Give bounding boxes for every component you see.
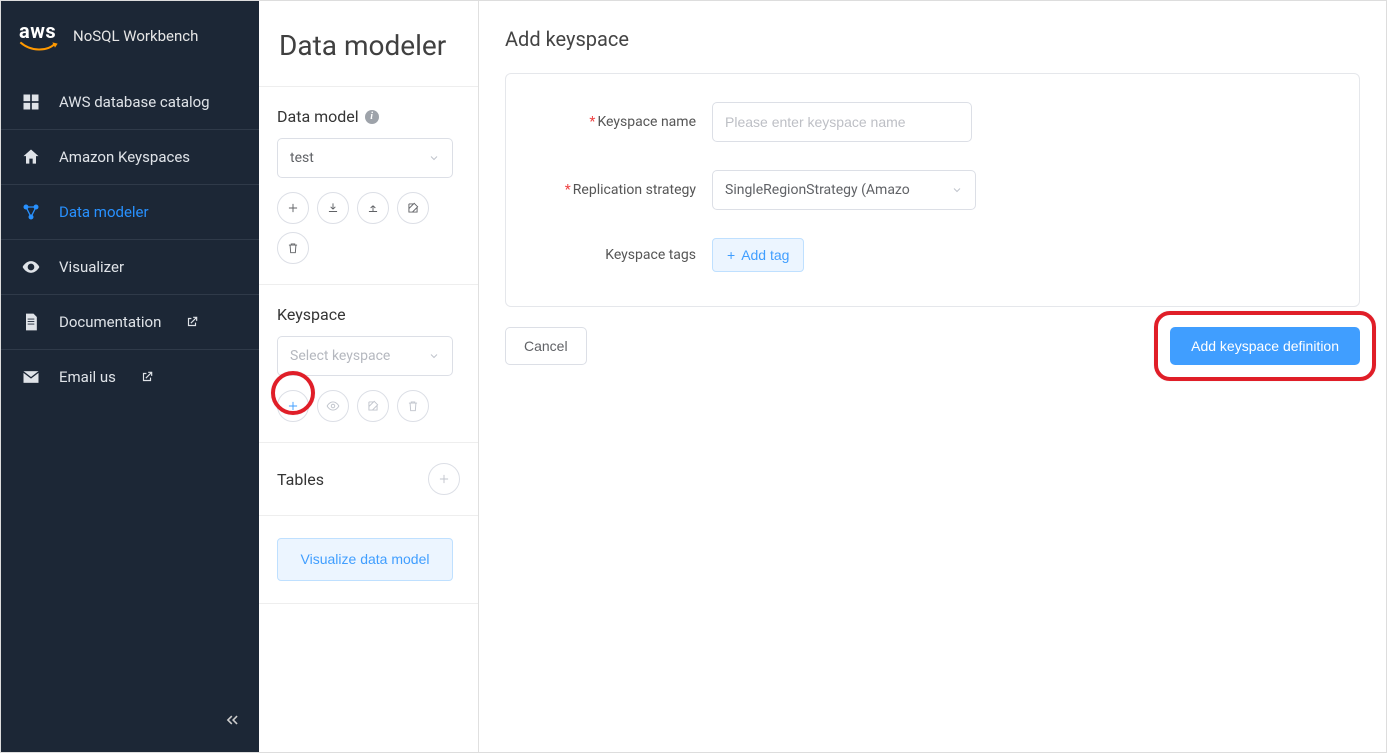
visualize-data-model-button[interactable]: Visualize data model bbox=[277, 538, 453, 581]
page-title: Add keyspace bbox=[505, 27, 1360, 51]
replication-strategy-label: Replication strategy bbox=[573, 182, 696, 198]
edit-icon bbox=[366, 399, 380, 413]
plus-icon bbox=[286, 399, 300, 413]
nav-item-data-modeler[interactable]: Data modeler bbox=[1, 184, 259, 239]
home-icon bbox=[21, 148, 41, 166]
data-model-edit-button[interactable] bbox=[397, 192, 429, 224]
keyspace-tags-label: Keyspace tags bbox=[605, 247, 696, 263]
nav-item-label: Data modeler bbox=[59, 203, 149, 221]
keyspace-edit-button bbox=[357, 390, 389, 422]
aws-logo: aws bbox=[19, 19, 59, 53]
nav-item-email-us[interactable]: Email us bbox=[1, 349, 259, 404]
external-link-icon bbox=[185, 315, 199, 329]
chevrons-left-icon bbox=[223, 711, 241, 729]
external-link-icon bbox=[140, 370, 154, 384]
keyspace-name-label: Keyspace name bbox=[597, 114, 696, 130]
nav-item-label: Visualizer bbox=[59, 258, 124, 276]
trash-icon bbox=[286, 241, 300, 255]
eye-icon bbox=[21, 258, 41, 276]
mail-icon bbox=[21, 368, 41, 386]
doc-icon bbox=[21, 313, 41, 331]
upload-icon bbox=[366, 201, 380, 215]
tables-add-button bbox=[428, 463, 460, 495]
visualize-section: Visualize data model bbox=[259, 516, 478, 604]
keyspace-name-input[interactable] bbox=[712, 102, 972, 142]
data-model-export-button[interactable] bbox=[357, 192, 389, 224]
data-model-section: Data model i test bbox=[259, 87, 478, 285]
keyspace-section: Keyspace Select keyspace bbox=[259, 285, 478, 443]
keyspace-heading: Keyspace bbox=[277, 305, 346, 324]
data-model-import-button[interactable] bbox=[317, 192, 349, 224]
data-model-heading: Data model bbox=[277, 107, 359, 126]
nav-list: AWS database catalog Amazon Keyspaces Da… bbox=[1, 75, 259, 404]
plus-icon bbox=[437, 472, 451, 486]
replication-strategy-value: SingleRegionStrategy (Amazo bbox=[725, 182, 910, 198]
sidebar: aws NoSQL Workbench AWS database catalog… bbox=[1, 1, 259, 752]
download-icon bbox=[326, 201, 340, 215]
info-icon[interactable]: i bbox=[365, 110, 379, 124]
nav-item-label: Amazon Keyspaces bbox=[59, 148, 190, 166]
chevron-down-icon bbox=[428, 350, 440, 362]
plus-icon bbox=[286, 201, 300, 215]
aws-logo-text: aws bbox=[19, 19, 56, 43]
nav-item-label: Email us bbox=[59, 368, 116, 386]
nav-item-documentation[interactable]: Documentation bbox=[1, 294, 259, 349]
nav-item-label: Documentation bbox=[59, 313, 161, 331]
nav-item-visualizer[interactable]: Visualizer bbox=[1, 239, 259, 294]
keyspace-view-button bbox=[317, 390, 349, 422]
data-model-selected: test bbox=[290, 150, 314, 166]
chevron-down-icon bbox=[428, 152, 440, 164]
chevron-down-icon bbox=[951, 184, 963, 196]
keyspace-add-button[interactable] bbox=[277, 390, 309, 422]
tables-section: Tables bbox=[259, 443, 478, 516]
nav-item-label: AWS database catalog bbox=[59, 93, 210, 111]
secondary-panel: Data modeler Data model i test Keyspace … bbox=[259, 1, 479, 752]
add-keyspace-definition-button[interactable]: Add keyspace definition bbox=[1170, 327, 1360, 365]
nav-item-amazon-keyspaces[interactable]: Amazon Keyspaces bbox=[1, 129, 259, 184]
trash-icon bbox=[406, 399, 420, 413]
modeler-icon bbox=[21, 203, 41, 221]
main-content: Add keyspace *Keyspace name *Replication… bbox=[479, 1, 1386, 752]
data-model-delete-button[interactable] bbox=[277, 232, 309, 264]
catalog-icon bbox=[21, 93, 41, 111]
add-keyspace-form: *Keyspace name *Replication strategy Sin… bbox=[505, 73, 1360, 307]
nav-item-aws-database-catalog[interactable]: AWS database catalog bbox=[1, 75, 259, 129]
sidebar-header: aws NoSQL Workbench bbox=[1, 1, 259, 75]
collapse-sidebar-button[interactable] bbox=[223, 711, 241, 734]
data-model-select[interactable]: test bbox=[277, 138, 453, 178]
add-tag-button[interactable]: Add tag bbox=[712, 238, 804, 272]
keyspace-placeholder: Select keyspace bbox=[290, 348, 390, 364]
keyspace-select[interactable]: Select keyspace bbox=[277, 336, 453, 376]
replication-strategy-select[interactable]: SingleRegionStrategy (Amazo bbox=[712, 170, 976, 210]
cancel-button[interactable]: Cancel bbox=[505, 327, 587, 365]
data-model-add-button[interactable] bbox=[277, 192, 309, 224]
tables-heading: Tables bbox=[277, 470, 324, 489]
edit-external-icon bbox=[406, 201, 420, 215]
app-name: NoSQL Workbench bbox=[73, 27, 198, 45]
panel-title: Data modeler bbox=[259, 1, 478, 87]
add-tag-label: Add tag bbox=[741, 247, 789, 263]
keyspace-delete-button bbox=[397, 390, 429, 422]
eye-icon bbox=[326, 399, 340, 413]
plus-icon bbox=[727, 247, 735, 263]
